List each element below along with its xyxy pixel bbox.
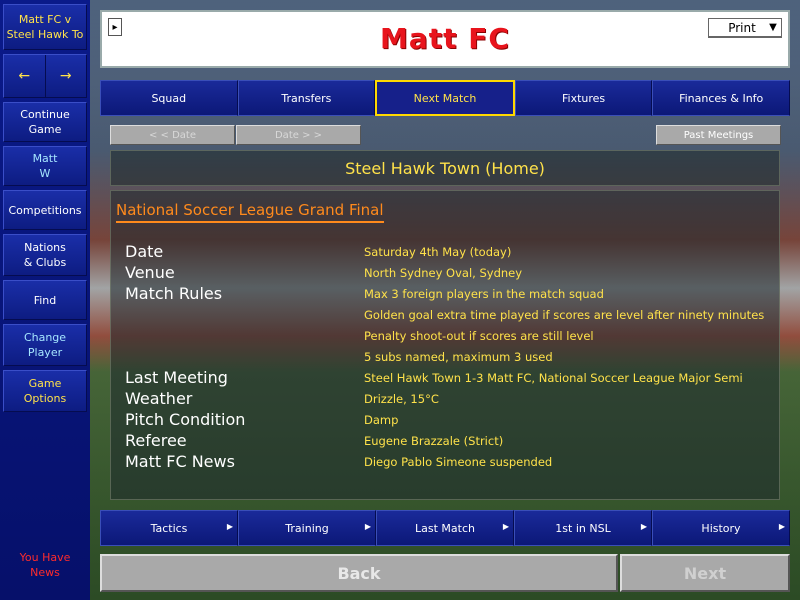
- current-match-button[interactable]: Matt FC v Steel Hawk To: [3, 4, 87, 50]
- tab-next-match[interactable]: Next Match: [375, 80, 515, 116]
- tab-transfers[interactable]: Transfers: [237, 80, 376, 116]
- back-arrow-icon[interactable]: ←: [4, 55, 46, 97]
- arrow-right-icon: ▶: [778, 522, 785, 531]
- training-label: Training: [285, 521, 329, 535]
- pitch-condition-value: Damp: [364, 413, 399, 427]
- referee-label: Referee: [125, 431, 187, 450]
- referee-value[interactable]: Eugene Brazzale (Strict): [364, 434, 503, 448]
- match-rules-label: Match Rules: [125, 284, 223, 303]
- rule-item: Golden goal extra time played if scores …: [364, 308, 765, 322]
- competitions-button[interactable]: Competitions: [3, 190, 87, 230]
- last-match-button[interactable]: Last Match ▶: [376, 510, 514, 546]
- history-button[interactable]: History ▶: [652, 510, 790, 546]
- club-news-value[interactable]: Diego Pablo Simeone suspended: [364, 455, 552, 469]
- prev-date-button[interactable]: < < Date: [110, 125, 235, 145]
- date-label: Date: [125, 242, 164, 261]
- page-title: Matt FC: [380, 22, 510, 55]
- date-value: Saturday 4th May (today): [364, 245, 512, 259]
- league-position-label: 1st in NSL: [555, 521, 611, 535]
- venue-value[interactable]: North Sydney Oval, Sydney: [364, 266, 522, 280]
- last-meeting-value[interactable]: Steel Hawk Town 1-3 Matt FC, National So…: [364, 371, 743, 385]
- history-label: History: [701, 521, 741, 535]
- arrow-right-icon: ▶: [640, 522, 647, 531]
- news-notice[interactable]: You Have News: [0, 550, 90, 580]
- game-options-button[interactable]: Game Options: [3, 370, 87, 412]
- bottom-tabs: Tactics ▶ Training ▶ Last Match ▶ 1st in NS…: [100, 510, 790, 546]
- rule-item: Penalty shoot-out if scores are still le…: [364, 329, 594, 343]
- pitch-condition-label: Pitch Condition: [125, 410, 246, 429]
- tab-fixtures[interactable]: Fixtures: [514, 80, 653, 116]
- print-dropdown[interactable]: Print ▼: [708, 18, 782, 38]
- history-nav: ← →: [3, 54, 87, 98]
- weather-value: Drizzle, 15°C: [364, 392, 439, 406]
- competition-link[interactable]: National Soccer League Grand Final: [116, 201, 384, 223]
- club-news-label: Matt FC News: [125, 452, 235, 471]
- opponent-title: Steel Hawk Town (Home): [110, 150, 780, 186]
- chevron-down-icon: ▼: [769, 22, 777, 33]
- weather-label: Weather: [125, 389, 193, 408]
- match-info-panel: National Soccer League Grand Final Date …: [110, 190, 780, 500]
- nations-clubs-button[interactable]: Nations & Clubs: [3, 234, 87, 276]
- past-meetings-button[interactable]: Past Meetings: [656, 125, 781, 145]
- tactics-button[interactable]: Tactics ▶: [100, 510, 238, 546]
- next-date-button[interactable]: Date > >: [236, 125, 361, 145]
- next-button[interactable]: Next: [620, 554, 790, 592]
- tab-squad[interactable]: Squad: [100, 80, 238, 116]
- manager-button[interactable]: Matt W: [3, 146, 87, 186]
- forward-arrow-icon[interactable]: →: [46, 55, 87, 97]
- main-area: ▸ Matt FC Print ▼ Squad Transfers Next M…: [90, 0, 800, 600]
- league-position-button[interactable]: 1st in NSL ▶: [514, 510, 652, 546]
- rule-item: 5 subs named, maximum 3 used: [364, 350, 553, 364]
- tactics-label: Tactics: [150, 521, 188, 535]
- print-label: Print: [728, 20, 756, 35]
- arrow-right-icon: ▶: [364, 522, 371, 531]
- last-meeting-label: Last Meeting: [125, 368, 228, 387]
- last-match-label: Last Match: [415, 521, 475, 535]
- tab-finances-info[interactable]: Finances & Info: [652, 80, 790, 116]
- header: ▸ Matt FC Print ▼: [100, 10, 790, 68]
- continue-game-button[interactable]: Continue Game: [3, 102, 87, 142]
- find-button[interactable]: Find: [3, 280, 87, 320]
- venue-label: Venue: [125, 263, 175, 282]
- sidebar: Matt FC v Steel Hawk To ← → Continue Gam…: [0, 0, 90, 600]
- top-tabs: Squad Transfers Next Match Fixtures Fina…: [100, 80, 790, 116]
- training-button[interactable]: Training ▶: [238, 510, 376, 546]
- arrow-right-icon: ▶: [502, 522, 509, 531]
- rule-item: Max 3 foreign players in the match squad: [364, 287, 604, 301]
- change-player-button[interactable]: Change Player: [3, 324, 87, 366]
- back-button[interactable]: Back: [100, 554, 618, 592]
- arrow-right-icon: ▶: [226, 522, 233, 531]
